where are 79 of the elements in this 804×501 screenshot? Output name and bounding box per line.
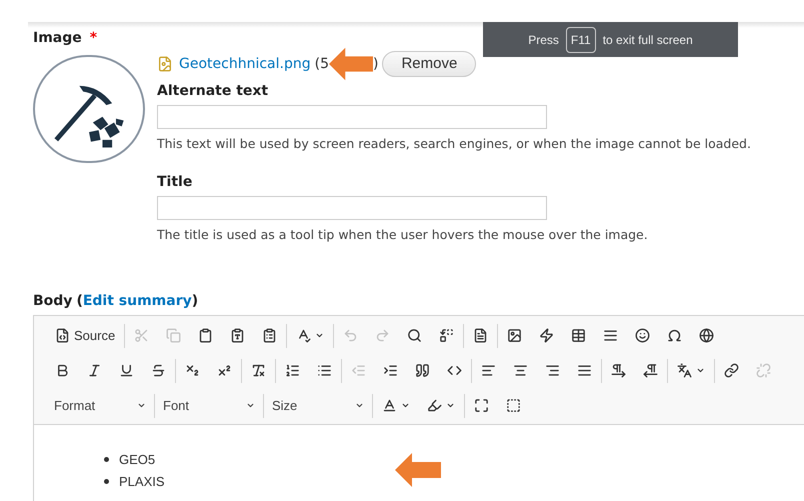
template-icon: [473, 328, 488, 343]
scissors-icon: [134, 328, 150, 343]
indent-icon: [383, 363, 398, 378]
caret-icon: [446, 401, 455, 410]
align-left-icon: [481, 363, 496, 378]
blockquote-icon: [415, 363, 430, 378]
caret-icon: [355, 401, 364, 410]
field-label: Body: [33, 292, 72, 310]
key-label: F11: [566, 26, 596, 52]
help-text: The title is used as a tool tip when the user hovers the mouse over the image.: [157, 226, 649, 244]
clipboard-icon: [198, 328, 214, 343]
outdent-icon: [351, 363, 366, 378]
background-color-icon: [427, 398, 442, 413]
justify-icon: [577, 363, 592, 378]
superscript-icon: [217, 363, 232, 378]
toolbar-button[interactable]: Source: [50, 324, 120, 348]
notice-text: to exit full screen: [602, 32, 693, 48]
clipboard-text-icon: [230, 328, 246, 343]
rtl-icon: [643, 363, 658, 378]
align-center-icon: [513, 363, 528, 378]
list-item: GEO5: [119, 450, 156, 469]
italic-icon: [87, 363, 102, 378]
arrow-icon: [328, 47, 373, 81]
caret-icon: [246, 401, 255, 410]
globe-icon: [699, 328, 714, 343]
replace-icon: [439, 328, 454, 343]
notice-text: Press: [528, 32, 559, 48]
text-color-icon: [382, 398, 397, 413]
field-label: Title: [157, 172, 194, 192]
maximize-icon: [474, 398, 489, 413]
dropdown[interactable]: Format: [50, 394, 150, 418]
input-field[interactable]: [157, 105, 547, 129]
field-label: ): [192, 292, 198, 310]
edit-summary-link[interactable]: Edit summary: [82, 290, 192, 312]
source-icon: [55, 328, 70, 343]
input-field[interactable]: [157, 196, 547, 220]
ltr-icon: [611, 363, 626, 378]
caret-icon: [401, 401, 410, 410]
show-blocks-icon: [506, 398, 521, 413]
file-link[interactable]: Geotechhnical.png: [179, 54, 311, 74]
bold-icon: [55, 363, 70, 378]
remove-format-icon: [251, 363, 266, 378]
caret-icon: [137, 401, 146, 410]
bullet-list-icon: [317, 363, 332, 378]
help-text: This text will be used by screen readers, search engines, or when the image cannot be loaded.: [157, 135, 751, 153]
link-icon: [724, 363, 739, 378]
spellcheck-icon: [296, 328, 312, 343]
unlink-icon: [756, 363, 771, 378]
omega-icon: [667, 328, 682, 343]
align-right-icon: [545, 363, 560, 378]
file-size: ): [372, 54, 378, 74]
caret-icon: [315, 331, 324, 340]
flash-icon: [539, 328, 554, 343]
subscript-icon: [185, 363, 200, 378]
language-icon: [677, 363, 692, 378]
bullet-icon: [104, 479, 109, 484]
file-size: (5: [314, 54, 329, 74]
required-mark: *: [90, 29, 98, 48]
file-icon: [157, 56, 173, 72]
dropdown[interactable]: Font: [159, 394, 259, 418]
redo-icon: [375, 328, 390, 343]
search-icon: [407, 328, 422, 343]
copy-icon: [166, 328, 182, 343]
field-label: Alternate text: [157, 82, 270, 101]
undo-icon: [343, 328, 358, 343]
list-item: PLAXIS: [119, 472, 165, 491]
bullet-icon: [104, 457, 109, 462]
caret-icon: [696, 366, 705, 375]
image-icon: [507, 328, 522, 343]
field-label: (: [76, 292, 83, 310]
smiley-icon: [635, 328, 650, 343]
numbered-list-icon: [285, 363, 300, 378]
arrow-icon: [394, 452, 441, 486]
field-label: Image: [33, 29, 82, 48]
dropdown[interactable]: Size: [268, 394, 368, 418]
remove-button[interactable]: Remove: [382, 51, 476, 77]
table-icon: [571, 328, 586, 343]
strikethrough-icon: [151, 363, 166, 378]
underline-icon: [119, 363, 134, 378]
